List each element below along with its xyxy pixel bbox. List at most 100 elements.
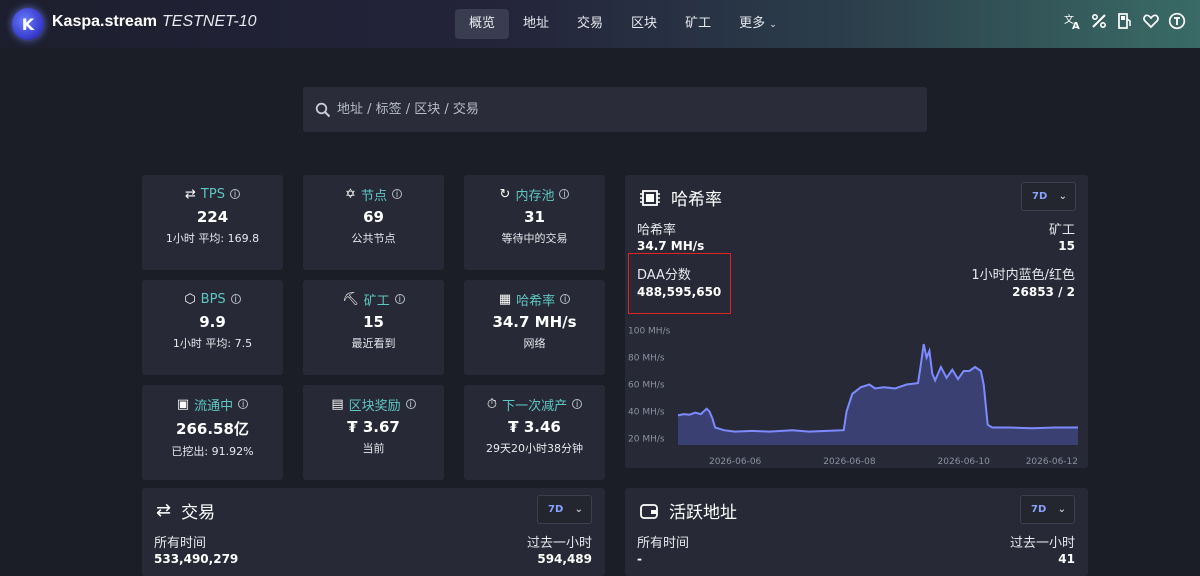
panel-title: 活跃地址 <box>669 503 737 523</box>
card-header: ▤ 区块奖励 i <box>303 395 444 414</box>
hashrate-area <box>678 344 1078 445</box>
chevron-down-icon: ⌄ <box>1058 191 1067 202</box>
card-value: 266.58亿 <box>176 420 249 438</box>
stat-card-block-reward[interactable]: ▤ 区块奖励 i ₮ 3.67 当前 <box>303 385 444 480</box>
panel-header: 哈希率 <box>639 185 722 210</box>
top-navbar: K Kaspa.stream TESTNET-10 概览 地址 交易 区块 矿工… <box>0 0 1200 48</box>
card-subtext: 最近看到 <box>351 337 396 350</box>
card-label: 流通中 <box>194 398 234 414</box>
card-value: ₮ 3.67 <box>347 418 400 436</box>
hashrate-chart-svg: 100 MH/s 80 MH/s 60 MH/s 40 MH/s 20 MH/s 2026… <box>628 327 1078 467</box>
panel-header: ⇄ 交易 <box>156 498 215 523</box>
card-subtext: 网络 <box>523 337 546 350</box>
info-icon[interactable]: i <box>229 189 240 200</box>
search-icon <box>315 102 331 117</box>
percent-icon[interactable] <box>1090 12 1108 34</box>
nav-item-addresses[interactable]: 地址 <box>509 9 563 39</box>
token-icon[interactable] <box>1168 12 1186 34</box>
y-tick-label: 100 MH/s <box>628 327 671 337</box>
info-icon[interactable]: i <box>394 294 405 305</box>
search-bar[interactable] <box>303 87 927 132</box>
info-icon[interactable]: i <box>230 294 241 305</box>
stat-card-mempool[interactable]: ↻ 内存池 i 31 等待中的交易 <box>464 175 605 270</box>
translate-icon[interactable]: 文A <box>1064 12 1082 34</box>
card-label: BPS <box>200 291 226 307</box>
card-value: ₮ 3.46 <box>508 418 561 436</box>
range-select-value: 7D <box>548 504 564 515</box>
info-icon[interactable]: i <box>391 189 402 200</box>
arrows-icon: ⇄ <box>156 500 172 521</box>
hashrate-chart: 100 MH/s 80 MH/s 60 MH/s 40 MH/s 20 MH/s 2026… <box>626 318 1086 468</box>
card-value: 69 <box>363 208 384 226</box>
cube-icon: ⬡ <box>184 291 196 307</box>
stat-card-hashrate[interactable]: ▦ 哈希率 i 34.7 MH/s 网络 <box>464 280 605 375</box>
chevron-down-icon: ⌄ <box>1057 504 1066 515</box>
stat-card-next-halving[interactable]: ⏱ 下一次减产 i ₮ 3.46 29天20小时38分钟 <box>464 385 605 480</box>
info-icon[interactable]: i <box>405 399 416 410</box>
x-tick-label: 2026-06-08 <box>823 457 876 467</box>
y-tick-label: 40 MH/s <box>628 407 665 417</box>
x-tick-label: 2026-06-06 <box>709 457 762 467</box>
last-hour-label: 过去一小时 <box>526 536 592 551</box>
card-header: ⛏ 矿工 i <box>303 290 444 309</box>
stat-card-circulating[interactable]: ▣ 流通中 i 266.58亿 已挖出: 91.92% <box>142 385 283 480</box>
card-subtext: 公共节点 <box>351 232 396 245</box>
card-header: ⬡ BPS i <box>142 290 283 308</box>
stat-card-miners[interactable]: ⛏ 矿工 i 15 最近看到 <box>303 280 444 375</box>
info-icon[interactable]: i <box>559 189 570 200</box>
brand-name[interactable]: Kaspa.stream <box>52 13 157 31</box>
panel-title: 交易 <box>181 503 216 523</box>
chevron-down-icon: ⌄ <box>574 504 583 515</box>
transactions-panel: ⇄ 交易 7D ⌄ 所有时间 533,490,279 过去一小时 594,489 <box>142 488 605 576</box>
stat-card-nodes[interactable]: ✡ 节点 i 69 公共节点 <box>303 175 444 270</box>
card-label: 矿工 <box>363 293 390 309</box>
all-time-value: 533,490,279 <box>154 552 239 566</box>
info-icon[interactable]: i <box>560 294 571 305</box>
card-label: 区块奖励 <box>348 398 401 414</box>
card-value: 9.9 <box>199 313 226 331</box>
card-label: 内存池 <box>515 188 555 204</box>
panel-title: 哈希率 <box>671 190 722 210</box>
range-select-value: 7D <box>1031 504 1047 515</box>
kaspa-logo-icon[interactable]: K <box>12 8 44 40</box>
nav-item-more[interactable]: 更多 ⌄ <box>725 9 791 39</box>
last-hour-label: 过去一小时 <box>1009 536 1075 551</box>
card-subtext: 当前 <box>362 442 385 455</box>
nav-item-transactions[interactable]: 交易 <box>563 9 617 39</box>
info-icon[interactable]: i <box>572 399 583 410</box>
blue-red-value: 26853 / 2 <box>1012 285 1075 299</box>
info-icon[interactable]: i <box>238 399 249 410</box>
stopwatch-icon: ⏱ <box>486 396 498 412</box>
card-header: ⇄ TPS i <box>142 185 283 203</box>
heart-icon[interactable] <box>1142 12 1160 34</box>
y-tick-label: 60 MH/s <box>628 380 665 390</box>
card-subtext: 1小时 平均: 169.8 <box>165 232 260 245</box>
card-subtext: 已挖出: 91.92% <box>171 445 254 458</box>
fuel-icon[interactable] <box>1116 12 1134 34</box>
card-label: 节点 <box>360 188 387 204</box>
stat-card-bps[interactable]: ⬡ BPS i 9.9 1小时 平均: 7.5 <box>142 280 283 375</box>
nav-item-blocks[interactable]: 区块 <box>617 9 671 39</box>
active-addresses-panel: 活跃地址 7D ⌄ 所有时间 - 过去一小时 41 <box>625 488 1088 576</box>
hashrate-value: 34.7 MH/s <box>637 239 705 253</box>
card-subtext: 1小时 平均: 7.5 <box>172 337 253 350</box>
miners-value: 15 <box>1058 239 1075 253</box>
nav-item-overview[interactable]: 概览 <box>455 9 510 39</box>
panel-header: 活跃地址 <box>639 498 737 523</box>
range-select[interactable]: 7D ⌄ <box>1021 182 1076 211</box>
reward-icon: ▤ <box>331 396 344 412</box>
card-header: ✡ 节点 i <box>303 185 444 204</box>
chip-icon: ▦ <box>498 291 512 307</box>
blue-red-label: 1小时内蓝色/红色 <box>971 268 1075 283</box>
x-tick-label: 2026-06-10 <box>938 457 991 467</box>
card-value: 31 <box>524 208 545 226</box>
range-select[interactable]: 7D ⌄ <box>537 495 592 524</box>
search-input[interactable] <box>337 102 897 117</box>
network-name: TESTNET-10 <box>162 13 257 30</box>
stat-card-tps[interactable]: ⇄ TPS i 224 1小时 平均: 169.8 <box>142 175 283 270</box>
y-tick-label: 20 MH/s <box>628 434 665 444</box>
range-select[interactable]: 7D ⌄ <box>1020 495 1075 524</box>
nav-item-miners[interactable]: 矿工 <box>671 9 725 39</box>
nav-menu: 概览 地址 交易 区块 矿工 更多 ⌄ <box>455 9 791 39</box>
supply-icon: ▣ <box>176 396 190 412</box>
